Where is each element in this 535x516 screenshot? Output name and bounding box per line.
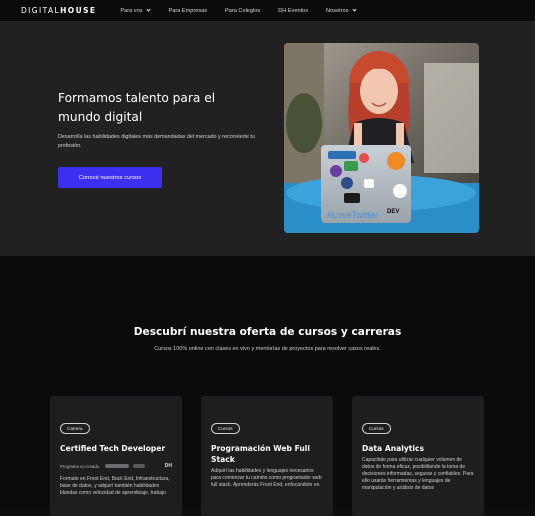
nav-item-para-empresas[interactable]: Para Empresas xyxy=(168,8,207,14)
digital-house-logo[interactable]: DIGITALHOUSE xyxy=(21,6,96,15)
course-card-data-analytics[interactable]: Cursos Data Analytics Capacitate para ut… xyxy=(352,396,484,516)
hero-section: Formamos talento para el mundo digital D… xyxy=(0,21,535,256)
nav-item-label: Para vos xyxy=(120,7,143,14)
nav-item-para-vos[interactable]: Para vos xyxy=(120,7,152,14)
hero-subtitle: Desarrolla las habilidades digitales más… xyxy=(58,134,255,149)
course-title: Certified Tech Developer xyxy=(60,444,166,453)
partner-logos: Programa co-creado DH xyxy=(60,462,172,470)
partners-label: Programa co-creado xyxy=(60,463,100,469)
course-description: Adquirí las habilidades y lenguajes nece… xyxy=(211,468,322,488)
courses-section: Descubrí nuestra oferta de cursos y carr… xyxy=(0,256,535,516)
dh-logo: DH xyxy=(164,463,172,469)
nav-item-label: DH Eventos xyxy=(278,7,309,14)
logo-light-text: DIGITAL xyxy=(21,6,61,15)
section-title: Descubrí nuestra oferta de cursos y carr… xyxy=(133,326,402,338)
logo-bold-text: HOUSE xyxy=(60,6,97,15)
partner-logo-icon xyxy=(133,464,146,468)
course-card-full-stack[interactable]: Cursos Programación Web Full Stack Adqui… xyxy=(201,396,333,516)
nav-menu: Para vos Para Empresas Para Colegios DH … xyxy=(120,7,374,14)
section-subtitle: Cursos 100% online con clases en vivo y … xyxy=(154,346,381,352)
nav-item-label: Nosotros xyxy=(326,7,349,14)
hero-photo: #LoveTwitter DEV xyxy=(284,43,479,233)
partner-logo-icon xyxy=(105,464,130,468)
nav-item-para-colegios[interactable]: Para Colegios xyxy=(225,8,260,14)
course-description: Capacitate para utilizar cualquier volum… xyxy=(362,457,474,491)
woman-with-laptop-illustration: #LoveTwitter DEV xyxy=(284,43,479,233)
svg-text:#LoveTwitter: #LoveTwitter xyxy=(327,210,378,220)
course-title: Programación Web Full Stack xyxy=(211,444,310,464)
courses-cta-button[interactable]: Conocé nuestros cursos xyxy=(58,167,162,188)
nav-item-label: Para Empresas xyxy=(168,7,208,14)
top-navbar: DIGITALHOUSE Para vos Para Empresas Para… xyxy=(0,0,535,21)
course-description: Formate en Front End, Back End, Infraest… xyxy=(60,476,170,496)
hero-title: Formamos talento para el mundo digital xyxy=(58,91,216,124)
category-badge: Cursos xyxy=(211,423,240,434)
category-badge: Carrera xyxy=(60,423,90,434)
nav-item-nosotros[interactable]: Nosotros xyxy=(326,7,358,14)
nav-item-dh-eventos[interactable]: DH Eventos xyxy=(278,8,308,14)
nav-item-label: Para Colegios xyxy=(225,7,261,14)
chevron-down-icon xyxy=(352,7,358,12)
course-card-certified-tech-developer[interactable]: Carrera Certified Tech Developer Program… xyxy=(50,396,182,516)
course-title: Data Analytics xyxy=(362,444,425,453)
chevron-down-icon xyxy=(146,7,152,12)
category-badge: Cursos xyxy=(362,423,391,434)
svg-text:DEV: DEV xyxy=(387,209,399,215)
